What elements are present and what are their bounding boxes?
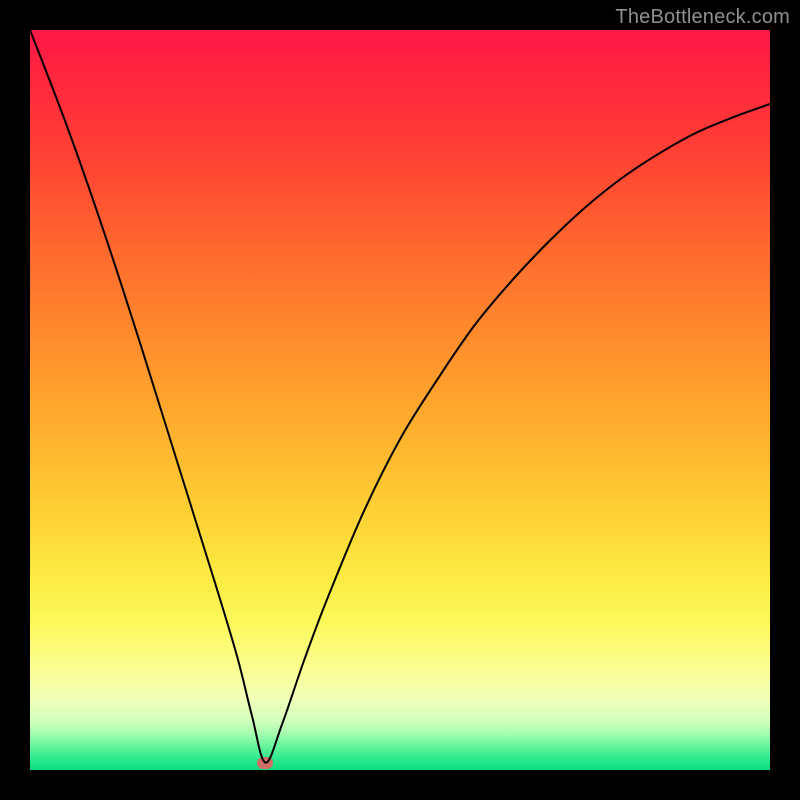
watermark-text: TheBottleneck.com [615,6,790,29]
bottleneck-curve [30,30,770,770]
minimum-marker [257,757,273,769]
chart-plot-area [30,30,770,770]
chart-frame: TheBottleneck.com [0,0,800,800]
